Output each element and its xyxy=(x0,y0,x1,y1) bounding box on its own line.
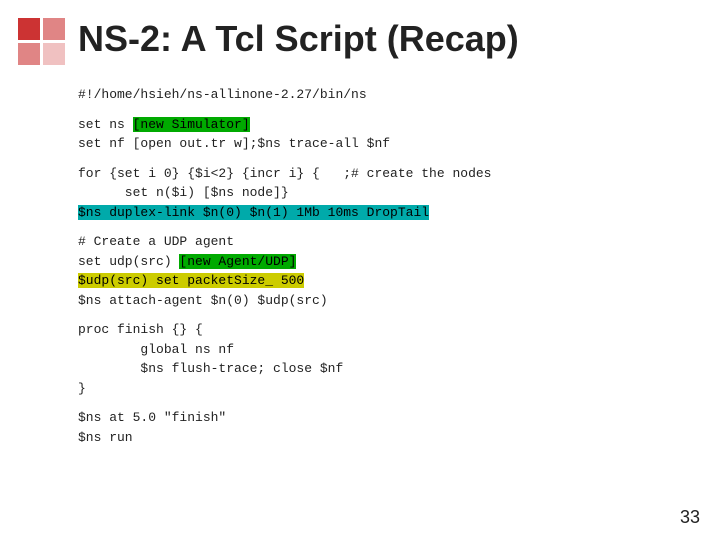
code-line-for: for {set i 0} {$i<2} {incr i} { ;# creat… xyxy=(78,164,700,184)
code-line-packetsize: $udp(src) set packetSize_ 500 xyxy=(78,271,700,291)
code-line-proc: proc finish {} { xyxy=(78,320,700,340)
highlight-new-agent-udp: [new Agent/UDP] xyxy=(179,254,296,269)
header-accent xyxy=(18,18,66,66)
code-line-set-nf: set nf [open out.tr w];$ns trace-all $nf xyxy=(78,134,700,154)
code-line-run: $ns run xyxy=(78,428,700,448)
highlight-duplex-link: $ns duplex-link $n(0) $n(1) 1Mb 10ms Dro… xyxy=(78,205,429,220)
code-line-attach-agent: $ns attach-agent $n(0) $udp(src) xyxy=(78,291,700,311)
code-line-at-finish: $ns at 5.0 "finish" xyxy=(78,408,700,428)
highlight-new-simulator: [new Simulator] xyxy=(133,117,250,132)
page-number: 33 xyxy=(680,507,700,528)
code-line-duplex: $ns duplex-link $n(0) $n(1) 1Mb 10ms Dro… xyxy=(78,203,700,223)
shebang-line: #!/home/hsieh/ns-allinone-2.27/bin/ns xyxy=(78,85,700,105)
code-line-set-ns: set ns [new Simulator] xyxy=(78,115,700,135)
code-line-set-n: set n($i) [$ns node]} xyxy=(78,183,700,203)
code-line-set-udp: set udp(src) [new Agent/UDP] xyxy=(78,252,700,272)
highlight-packetsize: $udp(src) set packetSize_ 500 xyxy=(78,273,304,288)
page-title: NS-2: A Tcl Script (Recap) xyxy=(78,18,519,60)
code-line-global: global ns nf xyxy=(78,340,700,360)
code-line-flush: $ns flush-trace; close $nf xyxy=(78,359,700,379)
code-content: #!/home/hsieh/ns-allinone-2.27/bin/ns se… xyxy=(78,85,700,447)
code-line-close-brace: } xyxy=(78,379,700,399)
code-line-comment-udp: # Create a UDP agent xyxy=(78,232,700,252)
